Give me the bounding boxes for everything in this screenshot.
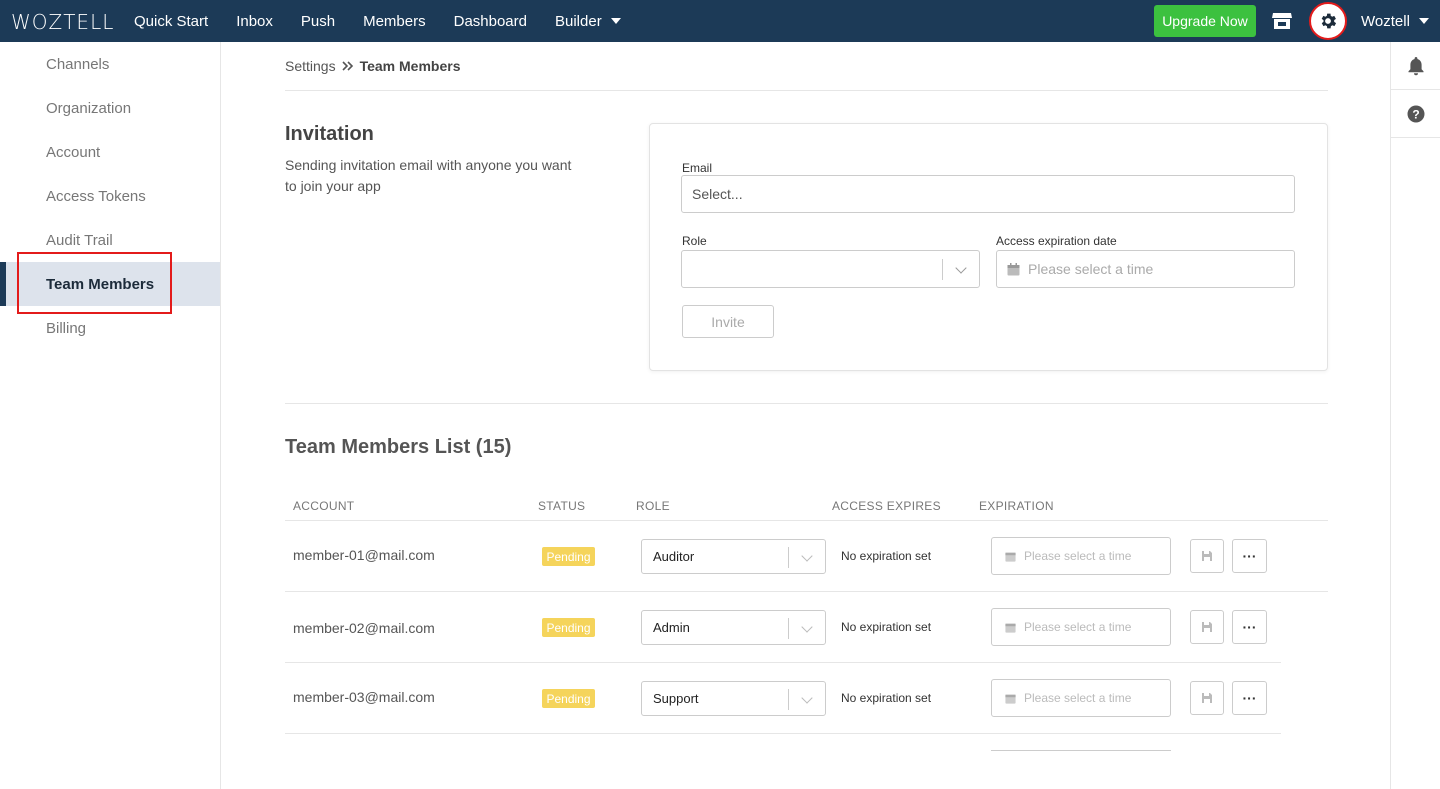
- nav-builder[interactable]: Builder: [555, 13, 621, 30]
- help-icon: ?: [1407, 105, 1424, 122]
- column-header-access-expires: ACCESS EXPIRES: [832, 499, 941, 513]
- gear-icon: [1321, 13, 1337, 29]
- nav-inbox[interactable]: Inbox: [236, 13, 273, 30]
- sidebar-item-channels[interactable]: Channels: [0, 42, 220, 86]
- nav-push[interactable]: Push: [301, 13, 335, 30]
- status-badge: Pending: [542, 689, 595, 708]
- notifications-button[interactable]: [1391, 42, 1440, 90]
- nav-members[interactable]: Members: [363, 13, 426, 30]
- nav-builder-label: Builder: [555, 12, 602, 30]
- chevron-down-icon: [942, 259, 979, 280]
- calendar-icon: [1005, 623, 1016, 633]
- save-icon: [1202, 693, 1212, 703]
- highlight-annotation: [17, 252, 172, 314]
- role-select[interactable]: [681, 250, 980, 288]
- invite-button[interactable]: Invite: [682, 305, 774, 338]
- svg-text:?: ?: [1412, 107, 1419, 121]
- settings-sidebar: Channels Organization Account Access Tok…: [0, 42, 221, 789]
- column-header-role: ROLE: [636, 499, 670, 513]
- member-account: member-02@mail.com: [293, 620, 435, 636]
- save-button[interactable]: [1190, 681, 1224, 715]
- expiration-date-picker[interactable]: Please select a time: [991, 537, 1171, 575]
- access-expires-text: No expiration set: [841, 691, 932, 705]
- store-icon[interactable]: [1271, 11, 1293, 31]
- member-role-select[interactable]: Support: [641, 681, 826, 716]
- sidebar-item-access-tokens[interactable]: Access Tokens: [0, 174, 220, 218]
- more-options-button[interactable]: ···: [1232, 539, 1267, 573]
- breadcrumb: Settings Team Members: [285, 58, 461, 74]
- top-navbar: WOZTELL Quick Start Inbox Push Members D…: [0, 0, 1440, 42]
- status-badge: Pending: [542, 547, 595, 566]
- chevron-down-icon: [788, 547, 825, 568]
- invitation-description: Sending invitation email with anyone you…: [285, 157, 572, 194]
- role-label: Role: [682, 234, 707, 248]
- expiration-date-picker[interactable]: Please select a time: [991, 608, 1171, 646]
- app-logo[interactable]: WOZTELL: [11, 10, 114, 34]
- save-button[interactable]: [1190, 610, 1224, 644]
- breadcrumb-settings[interactable]: Settings: [285, 58, 336, 74]
- status-badge: Pending: [542, 618, 595, 637]
- divider: [285, 403, 1328, 404]
- more-options-button[interactable]: ···: [1232, 610, 1267, 644]
- access-expires-text: No expiration set: [841, 549, 932, 563]
- nav-quick-start[interactable]: Quick Start: [134, 13, 208, 30]
- nav-dashboard[interactable]: Dashboard: [454, 13, 527, 30]
- member-role-value: Admin: [653, 620, 690, 635]
- next-row-peek: [991, 750, 1171, 752]
- table-divider: [285, 520, 1328, 521]
- main-nav: Quick Start Inbox Push Members Dashboard…: [134, 0, 649, 42]
- expiration-placeholder: Please select a time: [1024, 549, 1132, 563]
- member-role-select[interactable]: Auditor: [641, 539, 826, 574]
- expiration-label: Access expiration date: [996, 234, 1117, 248]
- calendar-icon: [1005, 552, 1016, 562]
- double-chevron-right-icon: [342, 58, 354, 74]
- member-role-value: Auditor: [653, 549, 695, 564]
- chevron-down-icon: [788, 689, 825, 710]
- caret-down-icon: [610, 18, 621, 24]
- expiration-date-picker[interactable]: Please select a time: [996, 250, 1295, 288]
- team-list-title: Team Members List (15): [285, 436, 512, 458]
- member-account: member-03@mail.com: [293, 689, 435, 705]
- member-role-select[interactable]: Admin: [641, 610, 826, 645]
- save-icon: [1202, 551, 1212, 561]
- upgrade-now-button[interactable]: Upgrade Now: [1154, 5, 1256, 37]
- breadcrumb-current: Team Members: [359, 58, 461, 74]
- save-button[interactable]: [1190, 539, 1224, 573]
- table-divider: [285, 733, 1281, 734]
- caret-down-icon: [1418, 18, 1429, 24]
- calendar-icon: [1005, 694, 1016, 704]
- column-header-account: ACCOUNT: [293, 499, 355, 513]
- calendar-icon: [1007, 262, 1020, 275]
- help-button[interactable]: ?: [1391, 90, 1440, 138]
- member-account: member-01@mail.com: [293, 547, 435, 563]
- save-icon: [1202, 622, 1212, 632]
- right-rail: ?: [1390, 42, 1440, 789]
- email-select[interactable]: Select...: [681, 175, 1295, 213]
- divider: [285, 90, 1328, 91]
- expiration-date-picker[interactable]: Please select a time: [991, 679, 1171, 717]
- sidebar-item-account[interactable]: Account: [0, 130, 220, 174]
- invitation-title: Invitation: [285, 123, 374, 145]
- access-expires-text: No expiration set: [841, 620, 932, 634]
- table-divider: [285, 591, 1328, 592]
- expiration-placeholder: Please select a time: [1024, 691, 1132, 705]
- member-role-value: Support: [653, 691, 699, 706]
- user-name: Woztell: [1361, 12, 1410, 30]
- table-divider: [285, 662, 1281, 663]
- sidebar-item-organization[interactable]: Organization: [0, 86, 220, 130]
- column-header-status: STATUS: [538, 499, 586, 513]
- chevron-down-icon: [788, 618, 825, 639]
- bell-icon: [1408, 56, 1423, 75]
- more-options-button[interactable]: ···: [1232, 681, 1267, 715]
- expiration-placeholder: Please select a time: [1024, 620, 1132, 634]
- invitation-form: Email Select... Role Access expiration d…: [649, 123, 1328, 371]
- user-menu[interactable]: Woztell: [1361, 0, 1429, 42]
- email-label: Email: [682, 161, 713, 175]
- expiration-placeholder: Please select a time: [1028, 261, 1154, 277]
- settings-button[interactable]: [1309, 2, 1347, 40]
- column-header-expiration: EXPIRATION: [979, 499, 1054, 513]
- email-placeholder: Select...: [692, 186, 743, 202]
